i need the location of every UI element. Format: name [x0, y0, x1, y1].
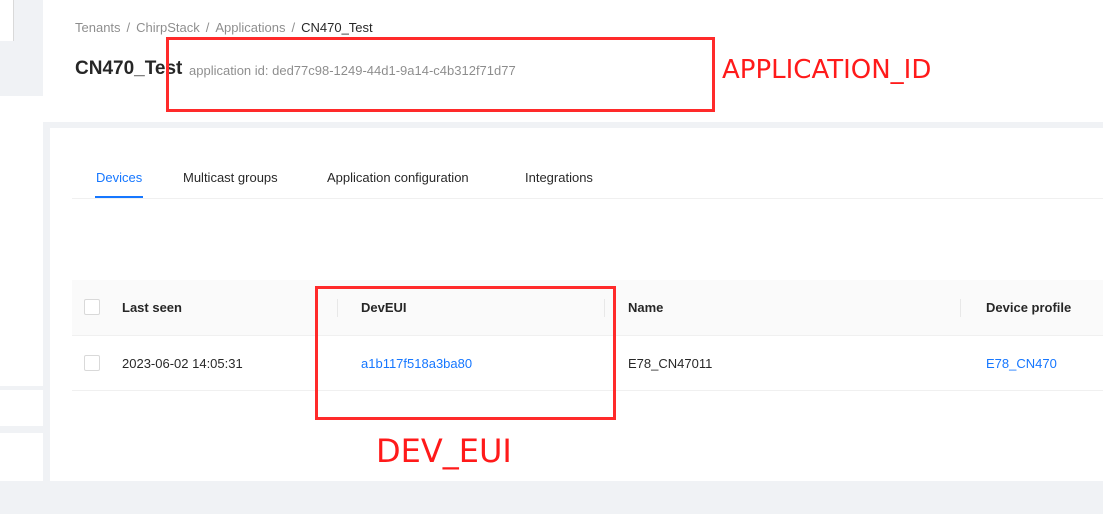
sidebar-menu-item[interactable]: [0, 433, 43, 481]
cell-name: E78_CN47011: [628, 355, 713, 371]
row-select-checkbox[interactable]: [84, 355, 100, 371]
breadcrumb-item-applications[interactable]: Applications: [215, 20, 285, 35]
tab-bar: Devices Multicast groups Application con…: [72, 158, 1103, 199]
select-all-checkbox[interactable]: [84, 299, 100, 315]
breadcrumb-separator: /: [291, 20, 296, 35]
application-id-highlight-box: [166, 37, 715, 112]
tab-multicast-groups[interactable]: Multicast groups: [183, 170, 278, 185]
breadcrumb-item-current: CN470_Test: [301, 20, 373, 35]
column-header-name[interactable]: Name: [628, 280, 663, 335]
breadcrumb-separator: /: [205, 20, 210, 35]
column-divider: [960, 299, 961, 317]
cell-last-seen: 2023-06-02 14:05:31: [122, 355, 243, 371]
application-id-annotation: APPLICATION_ID: [722, 55, 932, 85]
sidebar-menu-item[interactable]: [0, 390, 43, 426]
column-header-device-profile[interactable]: Device profile: [986, 280, 1071, 335]
tab-integrations[interactable]: Integrations: [525, 170, 593, 185]
breadcrumb-item-tenants[interactable]: Tenants: [75, 20, 121, 35]
tab-devices[interactable]: Devices: [96, 170, 142, 185]
sidebar-top-item: [0, 0, 14, 41]
sidebar-menu-panel: [0, 96, 43, 386]
active-tab-indicator: [95, 196, 143, 198]
column-header-last-seen[interactable]: Last seen: [122, 280, 182, 335]
breadcrumb: Tenants / ChirpStack / Applications / CN470_Te…: [75, 20, 373, 35]
tab-application-configuration[interactable]: Application configuration: [327, 170, 469, 185]
cell-device-profile-link[interactable]: E78_CN470: [986, 336, 1057, 390]
dev-eui-annotation: DEV_EUI: [376, 432, 512, 470]
breadcrumb-item-chirpstack[interactable]: ChirpStack: [136, 20, 200, 35]
sidebar: [0, 0, 43, 514]
dev-eui-highlight-box: [315, 286, 616, 420]
breadcrumb-separator: /: [126, 20, 131, 35]
